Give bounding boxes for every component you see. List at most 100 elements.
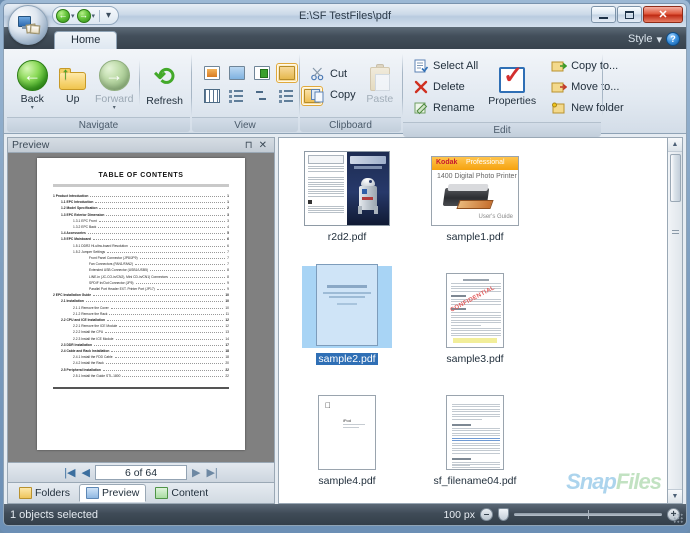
view-details-button[interactable]: [201, 86, 223, 106]
toc-leader-dots: [95, 202, 226, 204]
file-name-label[interactable]: sample3.pdf: [446, 353, 503, 365]
copy-button[interactable]: Copy: [308, 85, 361, 105]
edit-group-label: Edit: [403, 122, 601, 137]
file-grid-scrollbar[interactable]: ▲ ▼: [668, 137, 683, 504]
scroll-down-arrow-icon[interactable]: ▼: [668, 489, 682, 503]
refresh-button[interactable]: ⟳ Refresh: [144, 59, 185, 110]
last-page-button[interactable]: ▶|: [205, 466, 218, 479]
content-tab-icon: [155, 487, 169, 499]
qat-customize-button[interactable]: ▾: [102, 10, 115, 21]
pane-tab-label: Content: [171, 487, 209, 499]
toc-leader-dots: [114, 357, 224, 359]
forward-caret-icon[interactable]: ▾: [113, 105, 116, 111]
file-item[interactable]: sample2.pdf: [283, 264, 411, 388]
view-group-by-button[interactable]: [276, 86, 298, 106]
view-list-button[interactable]: [226, 86, 248, 106]
minimize-button[interactable]: [591, 6, 616, 23]
pane-tab-folders[interactable]: Folders: [12, 484, 77, 502]
zoom-handle-icon[interactable]: [498, 508, 509, 521]
view-group-label: View: [192, 117, 298, 132]
pane-tab-content[interactable]: Content: [148, 484, 215, 502]
back-button[interactable]: ← Back ▾: [12, 57, 52, 113]
zoom-out-button[interactable]: –: [480, 508, 493, 521]
thumbnail-image: Kodak Professional 1400 Digital Photo Pri…: [431, 156, 519, 226]
file-thumbnail[interactable]: CONFIDENTIAL: [438, 266, 512, 348]
file-name-label[interactable]: sf_filename04.pdf: [434, 475, 517, 487]
preview-document-page: TABLE OF CONTENTS 1 Product Introduction…: [37, 158, 245, 450]
preview-viewport[interactable]: TABLE OF CONTENTS 1 Product Introduction…: [7, 153, 275, 463]
file-item[interactable]: r2d2.pdf: [283, 144, 411, 266]
back-arrow-icon: ←: [56, 8, 70, 23]
back-caret-icon[interactable]: ▾: [31, 105, 34, 111]
page-number-field[interactable]: 6 of 64: [95, 465, 187, 480]
file-name-label[interactable]: r2d2.pdf: [328, 231, 367, 243]
tab-home[interactable]: Home: [54, 31, 118, 49]
up-label: Up: [65, 92, 80, 105]
file-item[interactable]: CONFIDENTIAL sample3.pdf: [411, 266, 539, 388]
forward-dropdown-caret-icon[interactable]: ▾: [92, 12, 96, 20]
toc-leader-dots: [93, 295, 224, 297]
file-thumbnail-grid[interactable]: SnapFiles r2d2.pdf Kodak Professional 14…: [278, 137, 668, 504]
document-title: TABLE OF CONTENTS: [98, 172, 184, 179]
view-sort-button[interactable]: [251, 86, 273, 106]
rename-button[interactable]: Rename: [411, 98, 483, 118]
file-thumbnail[interactable]: Kodak Professional 1400 Digital Photo Pri…: [423, 144, 527, 226]
quick-forward-button[interactable]: → ▾: [76, 8, 98, 23]
scroll-up-arrow-icon[interactable]: ▲: [668, 138, 682, 152]
rename-label: Rename: [433, 102, 475, 114]
empty-group-label: [603, 117, 683, 132]
file-thumbnail[interactable]: [438, 388, 512, 470]
view-thumbnails-button[interactable]: [276, 63, 298, 83]
view-large-icons-button[interactable]: [226, 63, 248, 83]
maximize-button[interactable]: [617, 6, 642, 23]
toc-leader-dots: [134, 264, 226, 266]
toc-leader-dots: [105, 363, 224, 365]
help-icon[interactable]: ?: [666, 32, 680, 46]
up-button[interactable]: ↑ Up: [52, 62, 92, 108]
preview-pin-icon[interactable]: ⊓: [242, 140, 256, 151]
preview-pager: |◀ ◀ 6 of 64 ▶ ▶|: [7, 463, 275, 483]
edit-small-buttons-left: Select All Delete Rename: [408, 54, 486, 120]
file-thumbnail[interactable]: [296, 144, 398, 226]
zoom-slider-track[interactable]: [514, 510, 662, 519]
scrollbar-thumb[interactable]: [669, 154, 681, 202]
view-group-body: [192, 52, 323, 117]
toc-leader-dots: [107, 251, 226, 253]
forward-button[interactable]: → Forward ▾: [93, 57, 136, 113]
file-browser-pane: SnapFiles r2d2.pdf Kodak Professional 14…: [278, 137, 683, 504]
quick-back-button[interactable]: ← ▾: [56, 8, 77, 23]
style-chevron-down-icon[interactable]: ▾: [656, 33, 662, 46]
watermark: SnapFiles: [566, 469, 662, 495]
ribbon-group-clipboard: Cut Copy Paste Clipboard: [299, 51, 402, 133]
first-page-button[interactable]: |◀: [63, 466, 76, 479]
file-name-label[interactable]: sample2.pdf: [316, 353, 378, 365]
cut-button[interactable]: Cut: [308, 64, 361, 84]
toc-leader-dots: [85, 301, 224, 303]
file-thumbnail[interactable]: [302, 264, 392, 348]
next-page-button[interactable]: ▶: [191, 466, 201, 479]
file-name-label[interactable]: sample1.pdf: [446, 231, 503, 243]
back-dropdown-caret-icon[interactable]: ▾: [71, 12, 75, 20]
file-item[interactable]: Kodak Professional 1400 Digital Photo Pri…: [411, 144, 539, 266]
pane-tab-preview[interactable]: Preview: [79, 484, 147, 502]
resize-grip-icon[interactable]: [673, 513, 683, 523]
file-item[interactable]: sf_filename04.pdf: [411, 388, 539, 503]
up-folder-icon: ↑: [57, 65, 88, 91]
application-menu-orb[interactable]: [8, 5, 48, 45]
properties-button[interactable]: Properties: [486, 63, 538, 110]
previous-page-button[interactable]: ◀: [81, 466, 91, 479]
delete-button[interactable]: Delete: [411, 77, 483, 97]
file-name-label[interactable]: sample4.pdf: [318, 475, 375, 487]
copy-label: Copy: [330, 89, 356, 101]
file-item[interactable]: iPod sample4.pdf: [283, 388, 411, 503]
paste-button[interactable]: Paste: [364, 61, 396, 108]
view-extra-large-icons-button[interactable]: [201, 63, 223, 83]
select-all-button[interactable]: Select All: [411, 56, 483, 76]
view-medium-icons-button[interactable]: [251, 63, 273, 83]
style-label[interactable]: Style: [628, 33, 652, 45]
rename-icon: [413, 100, 429, 116]
file-thumbnail[interactable]: iPod: [310, 388, 384, 470]
preview-close-icon[interactable]: ✕: [256, 140, 270, 151]
close-button[interactable]: ✕: [643, 6, 683, 23]
navigate-divider: [139, 60, 141, 105]
